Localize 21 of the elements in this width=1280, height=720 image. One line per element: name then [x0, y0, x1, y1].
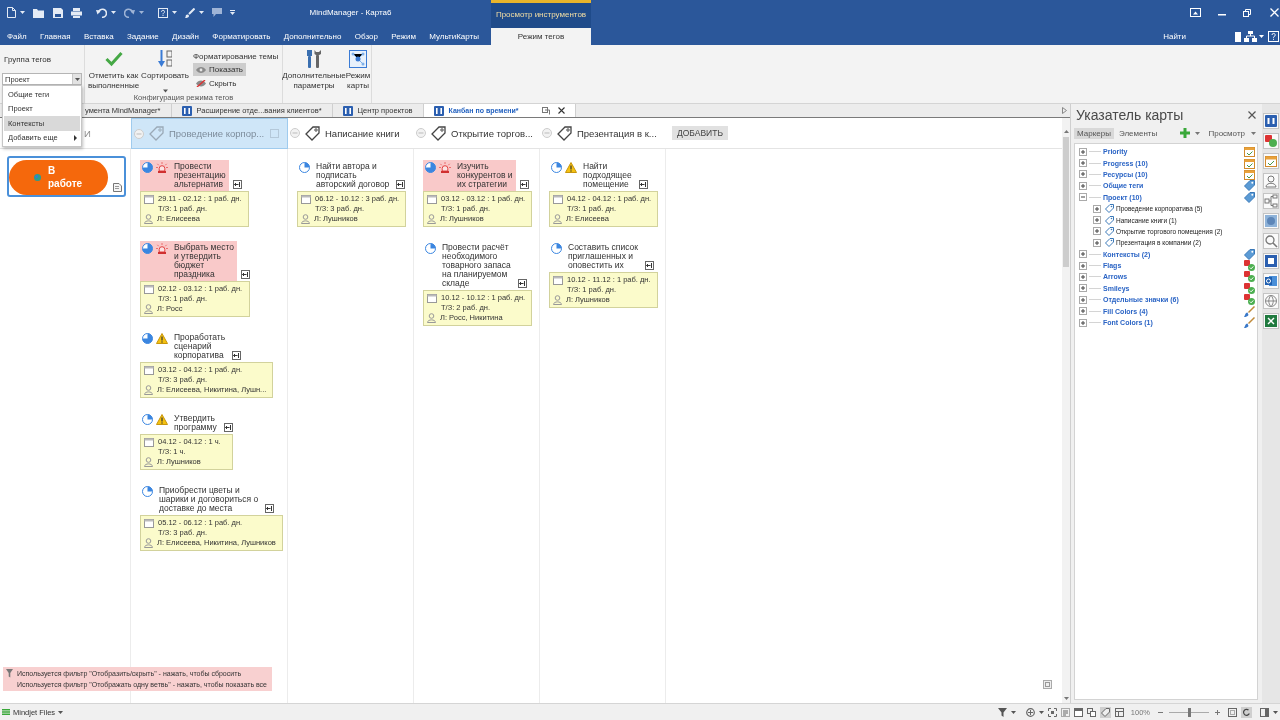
column-title: Презентация в к... — [577, 127, 657, 139]
column-title: Написание книги — [325, 127, 400, 139]
panel-title: Указатель карты — [1076, 107, 1184, 123]
topic-title: Приобрести цветы и шарики и договориться о доставке до места — [159, 486, 259, 513]
topic-title: Изучить конкурентов и их стратегии — [457, 162, 513, 189]
column-title: Проведение корпор... — [169, 128, 265, 139]
topic-title: Выбрать место и утвердить бюджет праздника — [174, 243, 234, 279]
topic-title: Составить список приглашенных и оповестить их — [568, 243, 638, 270]
group-label: Группа тегов — [3, 55, 53, 66]
column-title: Открытие торгов... — [451, 127, 533, 139]
topic-title: Найти автора и подписать авторский договор — [316, 162, 390, 189]
window-title: MindManager - Карта6 — [309, 8, 392, 17]
topic-title: Найти подходящее помещение — [583, 162, 632, 189]
column-title: И — [84, 127, 91, 139]
topic-title: Провести презентацию альтернатив — [174, 162, 226, 189]
topic-title: Утвердить программу — [174, 414, 217, 432]
contextual-tab-header: Просмотр инструментов — [491, 0, 591, 28]
topic-title: В работе — [48, 165, 83, 190]
group-title: Форматирование темы — [193, 52, 279, 62]
topic-title: Провести расчёт необходимого товарного запаса на планируемом складе — [442, 243, 511, 288]
topic-title: Проработать сценарий корпоратива — [174, 333, 226, 360]
